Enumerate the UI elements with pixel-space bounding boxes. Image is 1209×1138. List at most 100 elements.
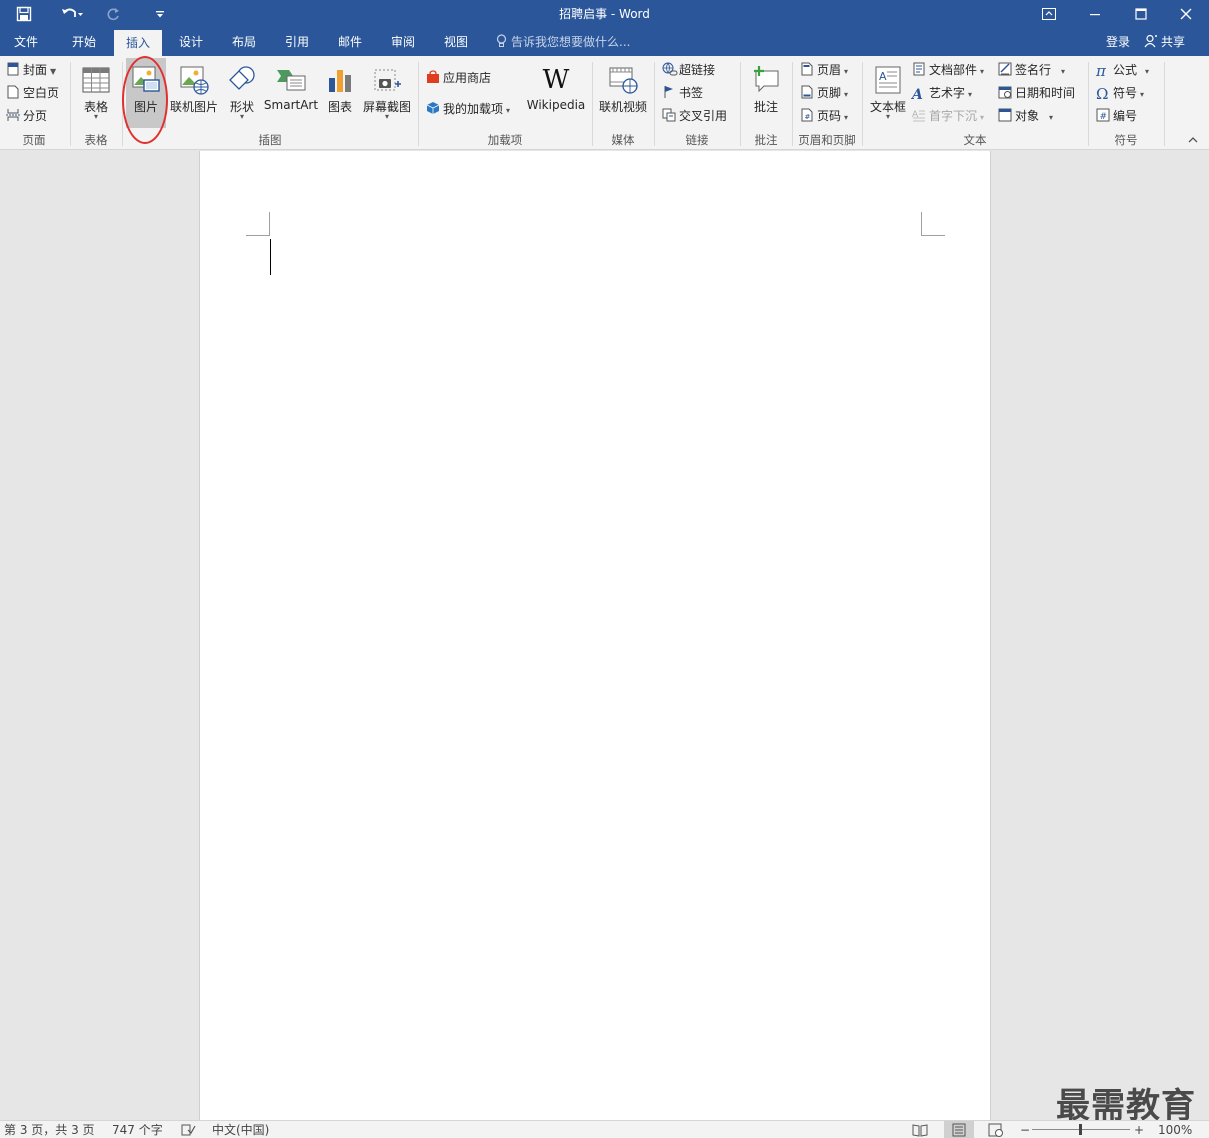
word-count[interactable]: 747 个字 xyxy=(112,1121,163,1138)
title-bar: 招聘启事 - Word xyxy=(0,0,1209,28)
read-mode-icon[interactable] xyxy=(912,1121,928,1138)
group-label-addins: 加载项 xyxy=(487,133,523,147)
minimize-icon[interactable] xyxy=(1072,0,1118,28)
hyperlink-icon xyxy=(662,62,678,76)
signature-line-button[interactable]: 签名行 ▾ xyxy=(998,60,1065,80)
tab-layout[interactable]: 布局 xyxy=(223,28,265,56)
blank-page-button[interactable]: 空白页 xyxy=(6,83,59,103)
ribbon-tabs: 文件 开始 插入 设计 布局 引用 邮件 审阅 视图 告诉我您想要做什么... … xyxy=(0,28,1209,56)
page-number-icon: # xyxy=(800,108,814,122)
zoom-in-button[interactable]: + xyxy=(1134,1121,1144,1138)
tab-home[interactable]: 开始 xyxy=(62,28,106,56)
table-icon xyxy=(80,64,112,96)
group-label-tables: 表格 xyxy=(84,133,108,147)
quick-parts-button[interactable]: 文档部件 ▾ xyxy=(912,60,984,80)
store-icon xyxy=(426,70,440,84)
comment-icon xyxy=(750,64,782,96)
online-picture-button[interactable]: 联机图片 xyxy=(168,60,220,128)
document-page[interactable] xyxy=(199,151,991,1120)
bookmark-icon xyxy=(662,85,676,99)
header-button[interactable]: 页眉 ▾ xyxy=(800,60,848,80)
page-break-button[interactable]: 分页 xyxy=(6,106,47,126)
smartart-icon xyxy=(275,64,307,96)
wordart-icon: A xyxy=(912,87,923,103)
chart-button[interactable]: 图表 xyxy=(322,60,358,128)
group-separator xyxy=(740,62,741,146)
date-time-button[interactable]: 日期和时间 xyxy=(998,83,1075,103)
tab-references[interactable]: 引用 xyxy=(276,28,318,56)
quick-parts-icon xyxy=(912,62,926,76)
collapse-ribbon-icon[interactable] xyxy=(1188,136,1198,147)
online-video-button[interactable]: 联机视频 xyxy=(596,60,650,128)
pi-icon: π xyxy=(1096,62,1106,80)
login-button[interactable]: 登录 xyxy=(1106,28,1130,56)
close-icon[interactable] xyxy=(1163,0,1209,28)
group-label-links: 链接 xyxy=(685,133,709,147)
tell-me-search[interactable]: 告诉我您想要做什么... xyxy=(496,28,630,56)
group-label-media: 媒体 xyxy=(611,133,635,147)
number-button[interactable]: # 编号 xyxy=(1096,106,1137,126)
header-icon xyxy=(800,62,814,76)
document-area xyxy=(0,151,1209,1120)
zoom-out-button[interactable]: − xyxy=(1020,1121,1030,1138)
omega-icon: Ω xyxy=(1096,85,1109,103)
wikipedia-icon: W xyxy=(542,65,570,95)
zoom-level[interactable]: 100% xyxy=(1158,1121,1192,1138)
tab-file[interactable]: 文件 xyxy=(4,28,48,56)
group-separator xyxy=(1164,62,1165,146)
ribbon-insert: 封面 ▼ 空白页 分页 页面 表格 ▾ 表格 图片 联机图片 形状 ▾ Smart… xyxy=(0,56,1209,150)
smartart-button[interactable]: SmartArt xyxy=(263,60,319,128)
svg-text:#: # xyxy=(1100,112,1108,122)
tab-view[interactable]: 视图 xyxy=(435,28,477,56)
textbox-icon: A xyxy=(872,64,904,96)
equation-button[interactable]: π 公式 ▾ xyxy=(1096,60,1149,80)
print-layout-icon[interactable] xyxy=(944,1121,974,1138)
online-video-icon xyxy=(607,64,639,96)
store-button[interactable]: 应用商店 xyxy=(426,68,491,88)
page-count[interactable]: 第 3 页，共 3 页 xyxy=(4,1121,95,1138)
footer-button[interactable]: 页脚 ▾ xyxy=(800,83,848,103)
cross-reference-button[interactable]: 交叉引用 xyxy=(662,106,727,126)
shapes-button[interactable]: 形状 ▾ xyxy=(222,60,262,128)
tab-design[interactable]: 设计 xyxy=(170,28,212,56)
share-button[interactable]: 共享 xyxy=(1144,28,1185,56)
status-bar: 第 3 页，共 3 页 747 个字 中文(中国) − + 100% xyxy=(0,1120,1209,1138)
lightbulb-icon xyxy=(496,30,507,58)
web-layout-icon[interactable] xyxy=(988,1121,1004,1138)
group-separator xyxy=(592,62,593,146)
group-label-illustrations: 插图 xyxy=(258,133,282,147)
page-number-button[interactable]: # 页码 ▾ xyxy=(800,106,848,126)
group-label-pages: 页面 xyxy=(22,133,46,147)
ribbon-display-options-icon[interactable] xyxy=(1026,0,1072,28)
wikipedia-button[interactable]: W Wikipedia xyxy=(524,60,588,128)
signature-line-icon xyxy=(998,62,1012,76)
drop-cap-button[interactable]: A 首字下沉 ▾ xyxy=(912,106,984,126)
tab-review[interactable]: 审阅 xyxy=(382,28,424,56)
maximize-icon[interactable] xyxy=(1118,0,1164,28)
wordart-button[interactable]: A 艺术字 ▾ xyxy=(912,83,972,103)
tab-mailings[interactable]: 邮件 xyxy=(329,28,371,56)
svg-text:A: A xyxy=(879,70,887,83)
screenshot-icon xyxy=(371,64,403,96)
new-comment-button[interactable]: 批注 xyxy=(744,60,788,128)
drop-cap-icon: A xyxy=(912,108,926,122)
cover-page-button[interactable]: 封面 ▼ xyxy=(6,60,56,80)
cover-page-icon xyxy=(6,62,20,76)
group-separator xyxy=(792,62,793,146)
blank-page-icon xyxy=(6,85,20,99)
tab-insert[interactable]: 插入 xyxy=(114,30,162,56)
group-label-text: 文本 xyxy=(963,133,987,147)
bookmark-button[interactable]: 书签 xyxy=(662,83,703,103)
my-addins-icon xyxy=(426,101,440,115)
proofing-icon[interactable] xyxy=(180,1121,196,1138)
textbox-button[interactable]: A 文本框 ▾ xyxy=(866,60,910,128)
hyperlink-button[interactable]: 超链接 xyxy=(662,60,715,80)
table-button[interactable]: 表格 ▾ xyxy=(74,60,118,128)
zoom-slider-thumb[interactable] xyxy=(1079,1124,1082,1135)
my-addins-button[interactable]: 我的加载项 ▾ xyxy=(426,99,510,119)
number-icon: # xyxy=(1096,108,1110,122)
language-indicator[interactable]: 中文(中国) xyxy=(212,1121,269,1138)
screenshot-button[interactable]: 屏幕截图 ▾ xyxy=(360,60,414,128)
object-button[interactable]: 对象 ▾ xyxy=(998,106,1053,126)
symbol-button[interactable]: Ω 符号 ▾ xyxy=(1096,83,1144,103)
